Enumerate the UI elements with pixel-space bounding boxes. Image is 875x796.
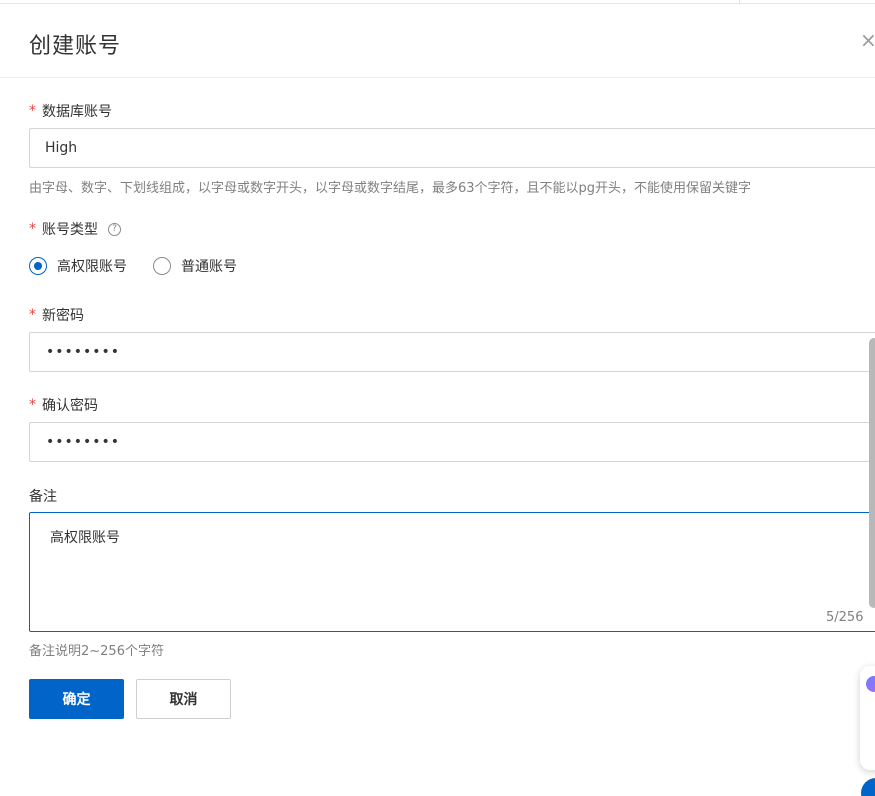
confirm-password-label-text: 确认密码 xyxy=(42,398,98,414)
required-mark: * xyxy=(29,397,36,413)
remark-hint: 备注说明2~256个字符 xyxy=(29,644,164,659)
radio-label: 高权限账号 xyxy=(57,259,127,275)
new-password-input[interactable]: •••••••• xyxy=(29,332,875,372)
dialog-title: 创建账号 xyxy=(29,34,122,59)
radio-normal-account[interactable]: 普通账号 xyxy=(153,256,237,276)
assistant-icon xyxy=(866,676,875,692)
required-mark: * xyxy=(29,103,36,119)
radio-unchecked-icon xyxy=(153,257,171,275)
account-type-radio-group: 高权限账号 普通账号 xyxy=(29,256,263,276)
required-mark: * xyxy=(29,307,36,323)
remark-textarea[interactable]: 高权限账号 xyxy=(29,512,875,632)
remark-counter: 5/256 xyxy=(826,610,864,625)
account-name-hint: 由字母、数字、下划线组成，以字母或数字开头，以字母或数字结尾，最多63个字符，且… xyxy=(29,181,752,196)
radio-super-account[interactable]: 高权限账号 xyxy=(29,256,127,276)
new-password-label: * 新密码 xyxy=(29,305,84,325)
radio-label: 普通账号 xyxy=(181,259,237,275)
account-name-label: * 数据库账号 xyxy=(29,101,112,121)
required-mark: * xyxy=(29,221,36,237)
account-type-label: * 账号类型 ? xyxy=(29,219,121,239)
remark-label: 备注 xyxy=(29,489,57,505)
floating-assistant-panel[interactable] xyxy=(860,666,875,770)
help-icon[interactable]: ? xyxy=(108,222,121,236)
floating-help-button[interactable] xyxy=(861,778,875,796)
account-type-label-text: 账号类型 xyxy=(42,222,98,238)
account-name-label-text: 数据库账号 xyxy=(42,104,112,120)
close-icon[interactable]: × xyxy=(860,28,875,52)
account-name-input[interactable]: High xyxy=(29,128,875,168)
confirm-password-label: * 确认密码 xyxy=(29,395,98,415)
radio-checked-icon xyxy=(29,257,47,275)
cancel-button[interactable]: 取消 xyxy=(136,679,231,719)
confirm-password-input[interactable]: •••••••• xyxy=(29,422,875,462)
new-password-label-text: 新密码 xyxy=(42,308,84,324)
scrollbar-thumb[interactable] xyxy=(869,338,875,608)
dialog-header: 创建账号 × xyxy=(0,4,875,78)
confirm-button[interactable]: 确定 xyxy=(29,679,124,719)
